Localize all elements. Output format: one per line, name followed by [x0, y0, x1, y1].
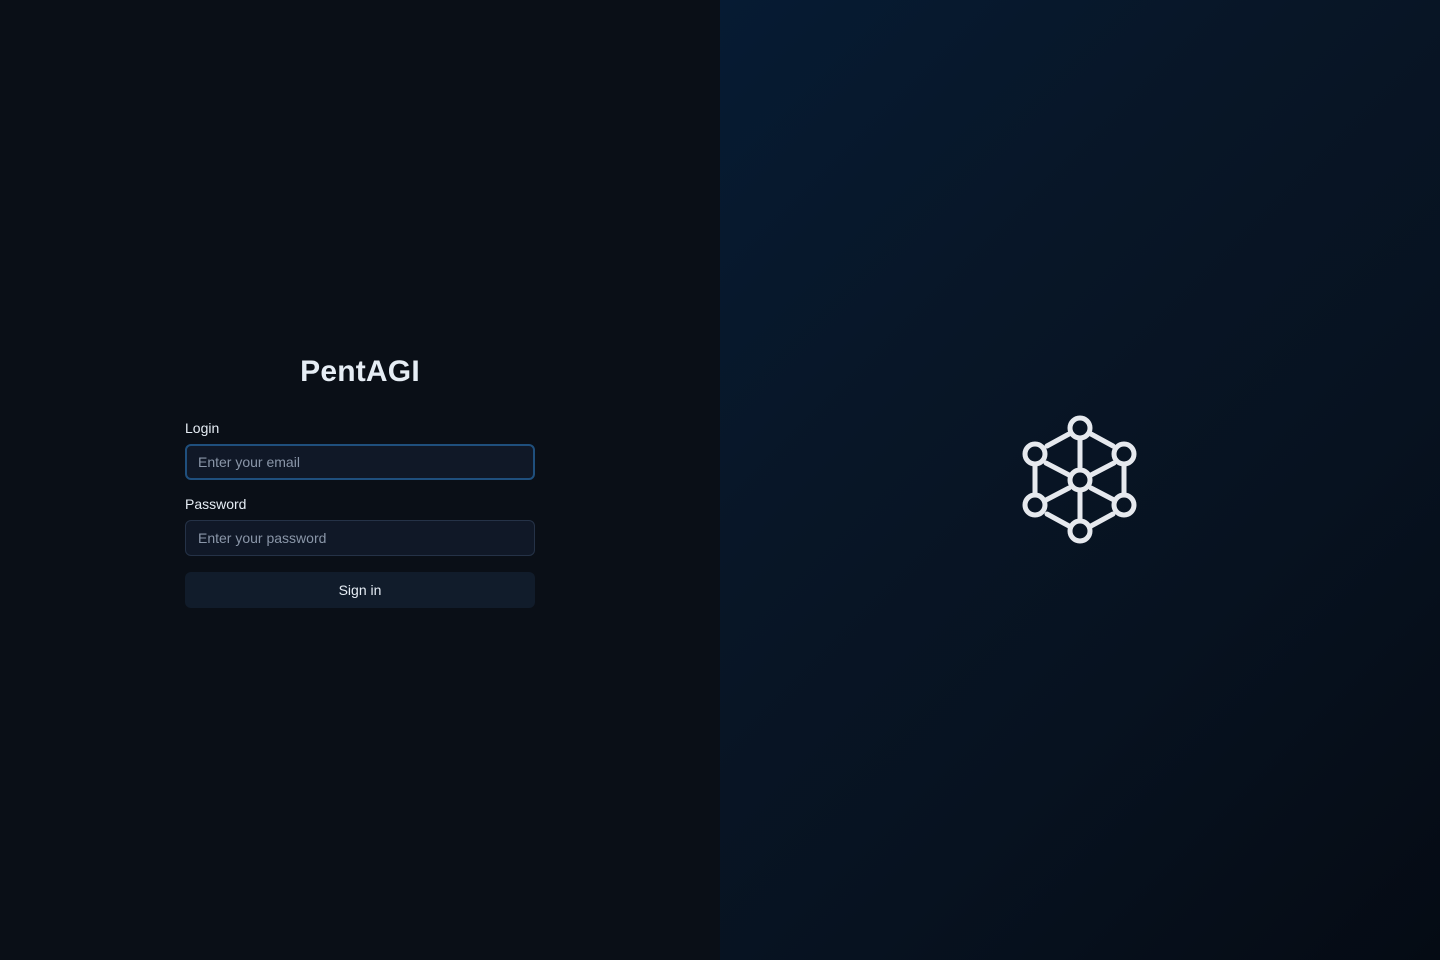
- brand-panel: [720, 0, 1440, 960]
- network-graph-icon: [1022, 415, 1137, 544]
- password-label: Password: [185, 496, 247, 512]
- password-field[interactable]: [185, 520, 535, 556]
- login-form: PentAGI Login Password Sign in: [185, 350, 535, 608]
- email-field[interactable]: [185, 444, 535, 480]
- login-panel: PentAGI Login Password Sign in: [0, 0, 720, 960]
- sign-in-button[interactable]: Sign in: [185, 572, 535, 608]
- page-title: PentAGI: [300, 355, 420, 388]
- login-label: Login: [185, 420, 220, 436]
- login-page: PentAGI Login Password Sign in: [0, 0, 1440, 960]
